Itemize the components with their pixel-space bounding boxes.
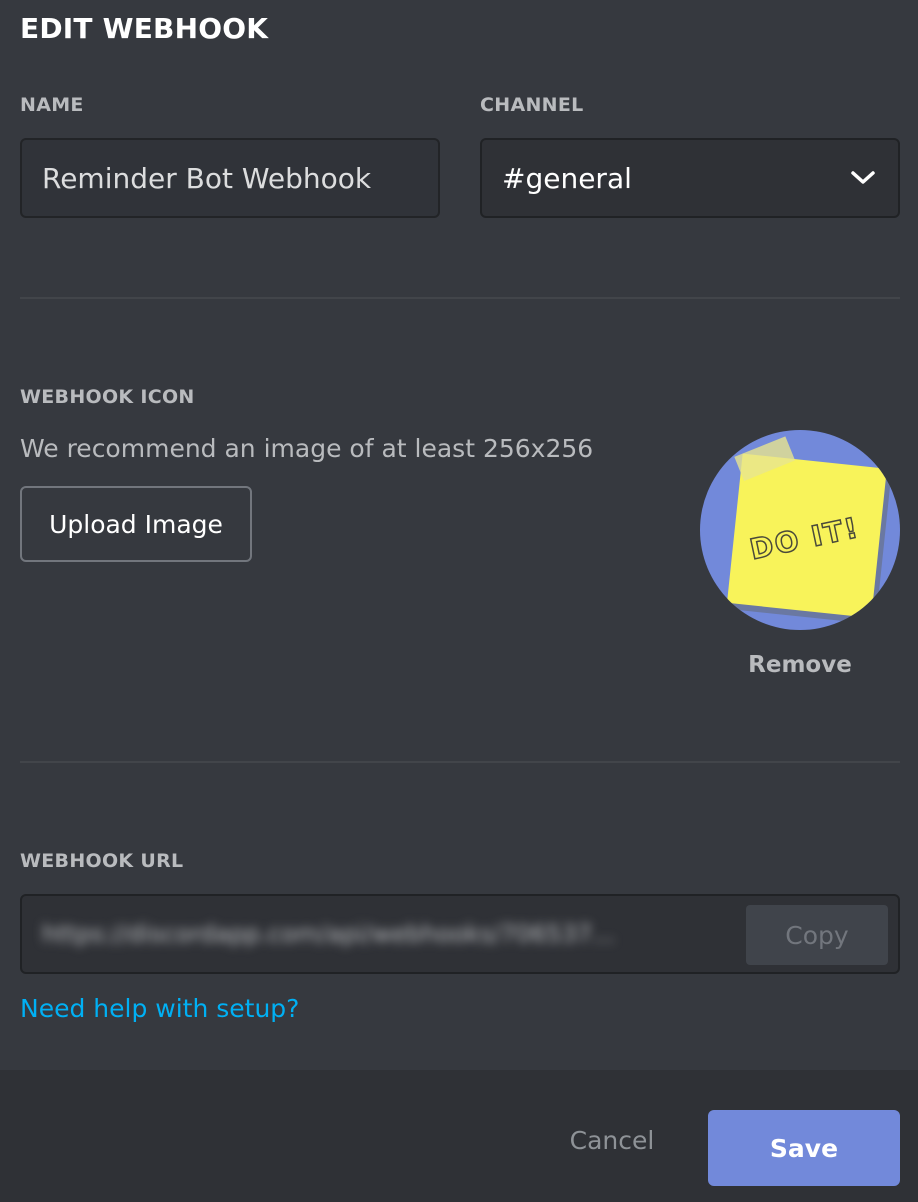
- dialog-title: EDIT WEBHOOK: [20, 12, 269, 45]
- cancel-button[interactable]: Cancel: [540, 1126, 684, 1170]
- image-size-hint: We recommend an image of at least 256x25…: [20, 434, 594, 463]
- channel-label: CHANNEL: [480, 94, 584, 116]
- chevron-down-icon: [850, 170, 876, 186]
- webhook-url-label: WEBHOOK URL: [20, 850, 184, 872]
- sticky-note-image: DO IT!: [726, 436, 892, 625]
- section-divider: [20, 297, 900, 299]
- save-button[interactable]: Save: [708, 1110, 900, 1186]
- section-divider: [20, 761, 900, 763]
- upload-image-button[interactable]: Upload Image: [20, 486, 252, 562]
- channel-select[interactable]: #general: [480, 138, 900, 218]
- name-label: NAME: [20, 94, 84, 116]
- copy-button[interactable]: Copy: [746, 905, 888, 965]
- setup-help-link[interactable]: Need help with setup?: [20, 994, 299, 1023]
- webhook-url-value: https://discordapp.com/api/webhooks/7065…: [42, 920, 616, 948]
- dialog-footer: Cancel Save: [0, 1070, 918, 1202]
- webhook-icon-label: WEBHOOK ICON: [20, 386, 195, 408]
- remove-icon-button[interactable]: Remove: [700, 652, 900, 678]
- webhook-url-field[interactable]: https://discordapp.com/api/webhooks/7065…: [20, 894, 900, 974]
- webhook-name-input[interactable]: [20, 138, 440, 218]
- edit-webhook-dialog: EDIT WEBHOOK NAME CHANNEL #general WEBHO…: [0, 0, 918, 1202]
- webhook-avatar[interactable]: DO IT!: [700, 430, 900, 630]
- channel-select-value: #general: [502, 161, 632, 195]
